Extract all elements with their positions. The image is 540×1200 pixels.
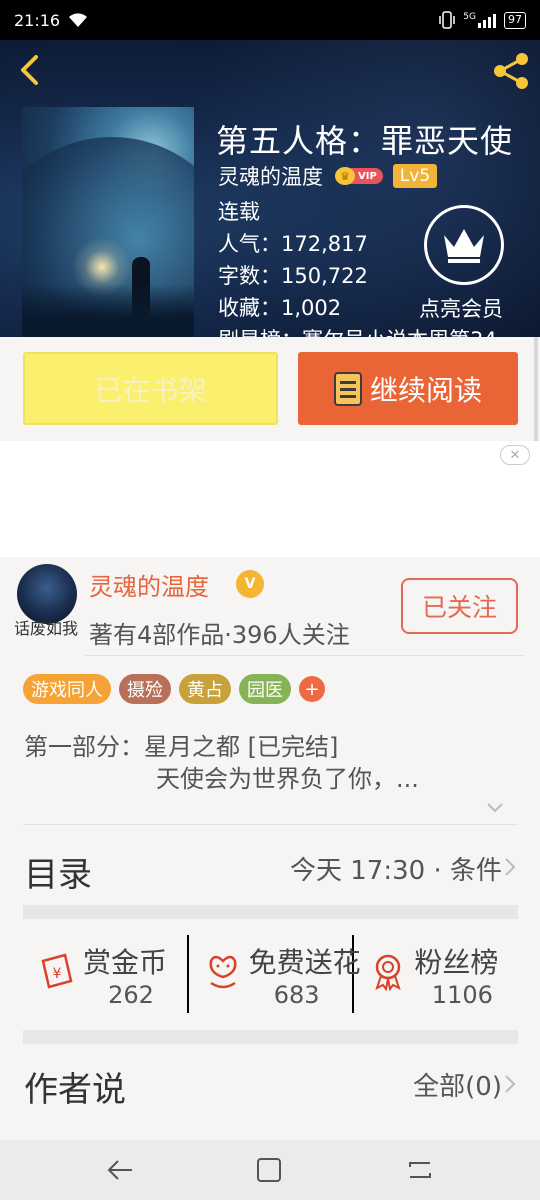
rewards-row: ¥ 赏金币 262 免费送花 683 粉丝榜 1106 xyxy=(23,931,518,1017)
toc-latest: 今天 17:30 · 条件 xyxy=(290,856,502,886)
medal-icon xyxy=(375,954,402,991)
author-say-label: 作者说 xyxy=(24,1070,126,1110)
book-intro[interactable]: 第一部分：星月之都 [已完结] 天使会为世界负了你，... xyxy=(24,731,419,795)
tag-list: 游戏同人 摄殓 黄占 园医 + xyxy=(23,674,325,704)
reward-coins-label: 赏金币 xyxy=(83,946,168,979)
follow-button[interactable]: 已关注 xyxy=(401,578,518,634)
book-cover[interactable] xyxy=(22,107,194,337)
send-flower-button[interactable]: 免费送花 683 xyxy=(189,931,361,1017)
fan-ranking-value: 1106 xyxy=(431,981,493,1009)
level-badge: Lv5 xyxy=(392,164,438,188)
back-arrow-icon[interactable] xyxy=(14,52,50,88)
send-flower-value: 683 xyxy=(273,981,320,1009)
nav-back-icon[interactable] xyxy=(106,1157,134,1183)
reward-coins-value: 262 xyxy=(108,981,154,1009)
book-ranking[interactable]: 剧星榜：赛尔号小说本周第34 xyxy=(218,324,497,337)
svg-text:¥: ¥ xyxy=(53,966,62,982)
red-envelope-icon: ¥ xyxy=(41,953,73,989)
avatar-tag: 话废如我 xyxy=(14,619,82,639)
book-collections: 收藏：1,002 xyxy=(218,296,342,320)
intro-line-1: 第一部分：星月之都 [已完结] xyxy=(24,733,339,761)
battery-icon: 97 xyxy=(504,11,526,29)
nav-recent-apps-icon[interactable] xyxy=(406,1157,434,1183)
reward-coins-button[interactable]: ¥ 赏金币 262 xyxy=(23,931,187,1017)
wifi-icon xyxy=(69,13,88,27)
verified-icon: V xyxy=(236,570,264,598)
send-flower-label: 免费送花 xyxy=(248,946,361,979)
chevron-down-icon[interactable] xyxy=(485,802,505,814)
book-status: 连载 xyxy=(218,200,260,224)
author-row: 灵魂的温度 ♛ VIP Lv5 xyxy=(218,161,438,191)
toc-label: 目录 xyxy=(24,855,92,895)
chevron-right-icon xyxy=(505,858,516,876)
author-say-count: 全部(0) xyxy=(413,1072,502,1102)
intro-line-2: 天使会为世界负了你，... xyxy=(156,765,419,793)
status-bar: 21:16 5G 97 xyxy=(0,0,540,40)
on-shelf-button[interactable]: 已在书架 xyxy=(23,352,278,425)
continue-reading-button[interactable]: 继续阅读 xyxy=(298,352,518,425)
book-author[interactable]: 灵魂的温度 xyxy=(218,161,323,191)
tag-item[interactable]: 园医 xyxy=(239,674,291,704)
book-header: 第五人格：罪恶天使 灵魂的温度 ♛ VIP Lv5 连载 人气：172,817 … xyxy=(0,40,540,337)
vip-badge: ♛ VIP xyxy=(335,167,383,185)
member-label: 点亮会员 xyxy=(419,297,503,321)
network-type: 5G xyxy=(463,12,476,22)
scrollbar[interactable] xyxy=(534,337,538,452)
flower-icon xyxy=(209,955,237,989)
system-nav-bar xyxy=(0,1140,540,1200)
continue-reading-label: 继续阅读 xyxy=(369,373,482,407)
follow-label: 已关注 xyxy=(421,593,497,622)
table-of-contents-row[interactable]: 目录 今天 17:30 · 条件 xyxy=(0,825,540,905)
book-title: 第五人格：罪恶天使 xyxy=(216,122,514,160)
book-word-count: 字数：150,722 xyxy=(218,264,368,288)
crown-icon: ♛ xyxy=(335,167,355,185)
ad-banner[interactable]: ✕ xyxy=(0,441,540,557)
author-say-row[interactable]: 作者说 全部(0) xyxy=(0,1040,540,1130)
divider xyxy=(85,655,525,656)
crown-icon xyxy=(424,205,504,285)
section-divider xyxy=(23,905,518,919)
book-popularity: 人气：172,817 xyxy=(218,232,368,256)
on-shelf-label: 已在书架 xyxy=(94,373,207,407)
more-tags-button[interactable]: + xyxy=(299,676,325,702)
book-icon xyxy=(333,371,362,406)
action-bar: 已在书架 继续阅读 xyxy=(0,337,540,441)
battery-level: 97 xyxy=(508,12,522,26)
author-name[interactable]: 灵魂的温度 xyxy=(89,567,209,602)
avatar-tag-text: 话废如我 xyxy=(14,619,79,638)
tag-item[interactable]: 黄占 xyxy=(179,674,231,704)
tag-item[interactable]: 摄殓 xyxy=(119,674,171,704)
chevron-right-icon xyxy=(505,1075,516,1093)
author-card: 话废如我 灵魂的温度 V 著有4部作品·396人关注 已关注 游戏同人 摄殓 黄… xyxy=(0,557,540,1157)
avatar[interactable] xyxy=(17,564,77,624)
share-icon[interactable] xyxy=(490,50,532,92)
vip-label: VIP xyxy=(358,170,377,182)
vibrate-icon xyxy=(439,11,456,29)
author-stats: 著有4部作品·396人关注 xyxy=(89,621,350,649)
status-time: 21:16 xyxy=(14,10,61,30)
fan-ranking-button[interactable]: 粉丝榜 1106 xyxy=(354,931,518,1017)
signal-icon: 5G xyxy=(463,12,496,28)
tag-item[interactable]: 游戏同人 xyxy=(23,674,111,704)
close-icon[interactable]: ✕ xyxy=(500,445,530,465)
fan-ranking-label: 粉丝榜 xyxy=(414,946,499,979)
nav-home-icon[interactable] xyxy=(256,1157,282,1183)
member-button[interactable]: 点亮会员 xyxy=(418,205,510,323)
